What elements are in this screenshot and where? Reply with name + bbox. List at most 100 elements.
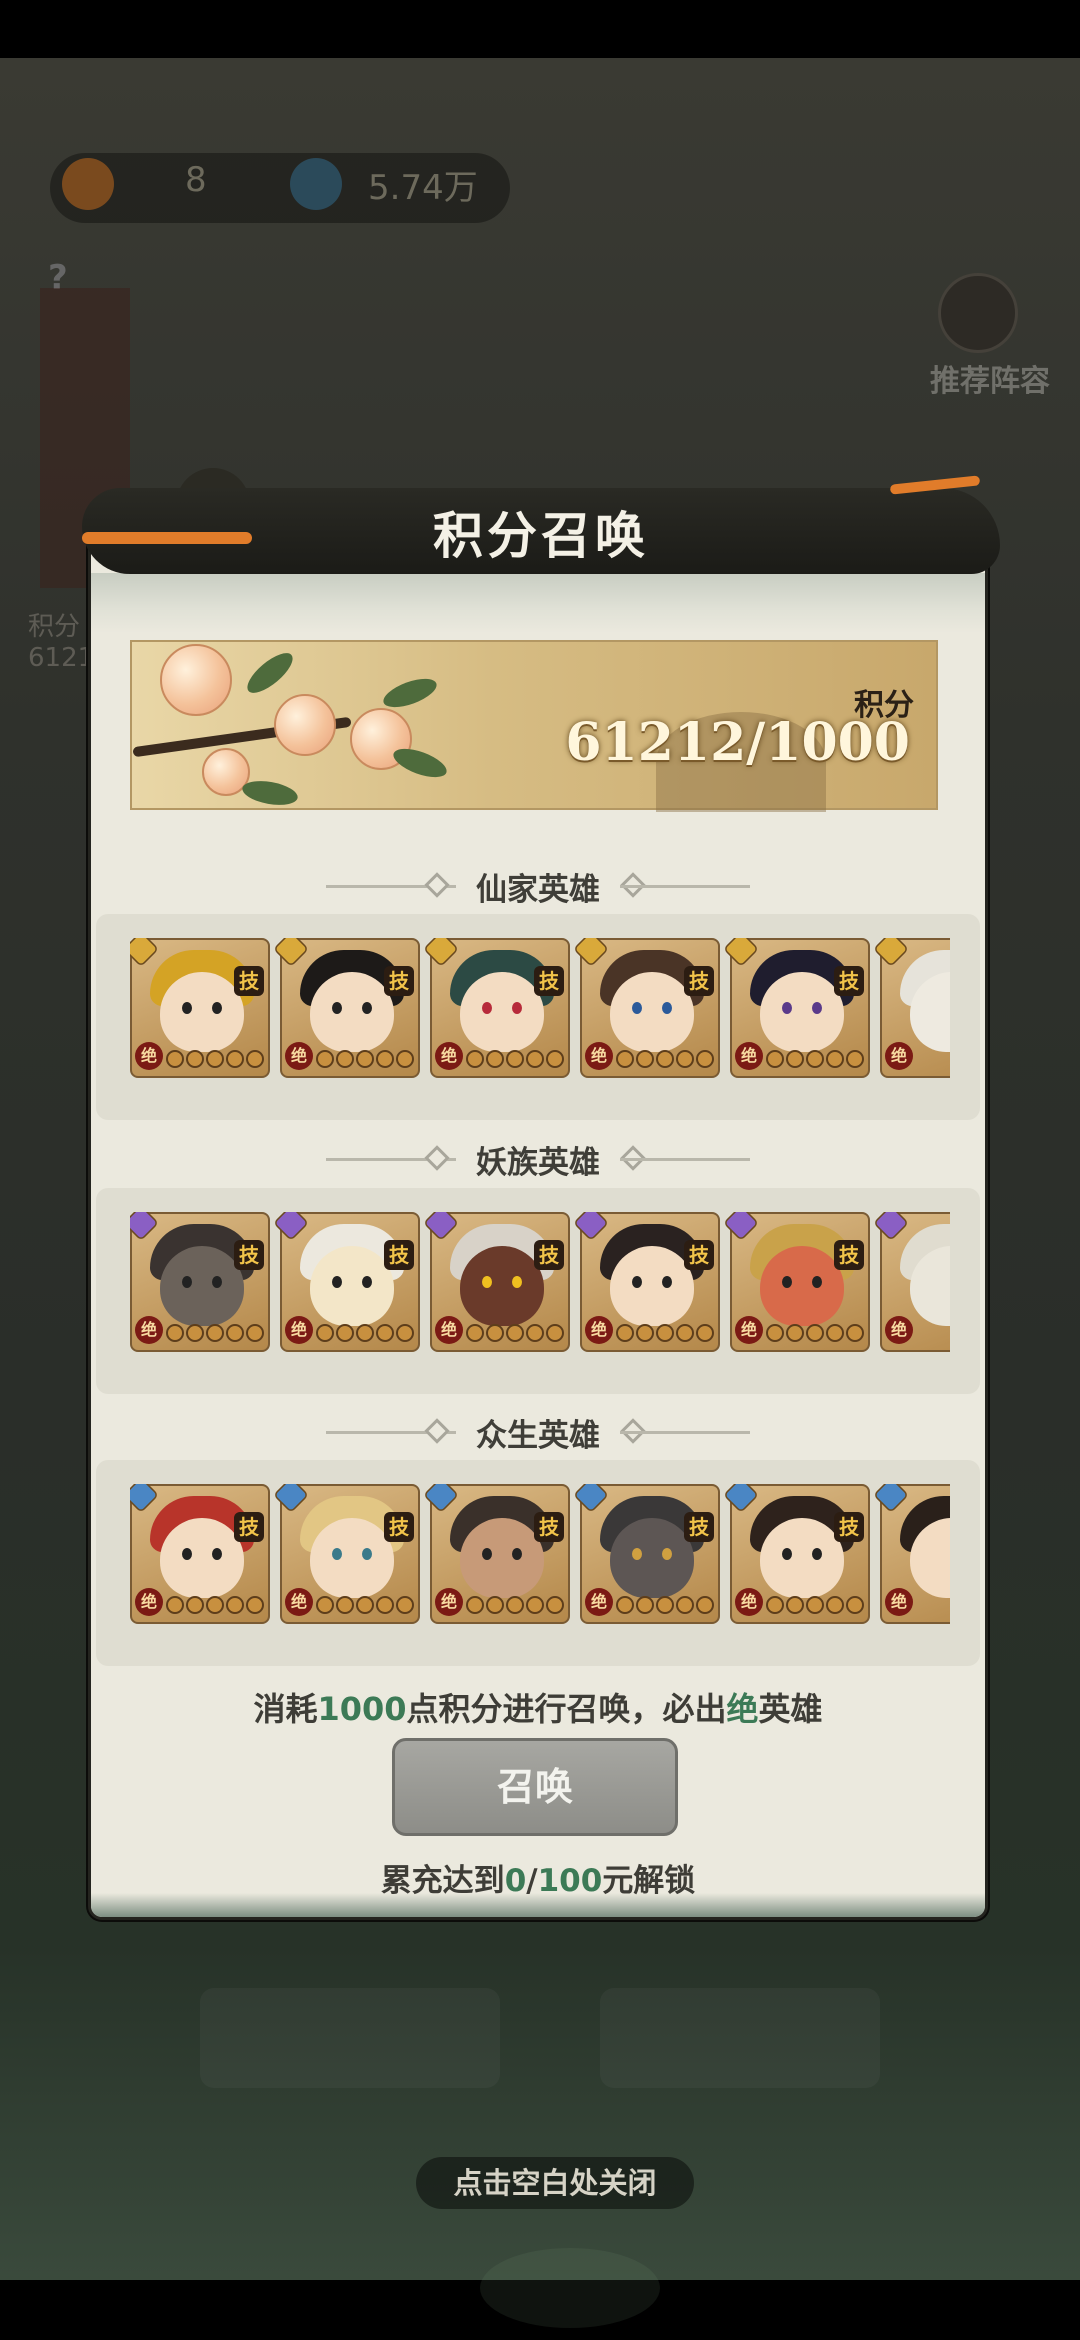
hero-card[interactable]: 绝 bbox=[872, 938, 950, 1078]
jue-badge: 绝 bbox=[735, 1316, 763, 1344]
skill-badge: 技 bbox=[534, 1512, 564, 1542]
hero-card[interactable]: 技绝 bbox=[130, 1484, 270, 1624]
skill-badge: 技 bbox=[684, 1240, 714, 1270]
hero-card[interactable]: 绝 bbox=[872, 1212, 950, 1352]
star-rating bbox=[766, 1324, 864, 1344]
jue-badge: 绝 bbox=[585, 1316, 613, 1344]
recommend-avatar-icon bbox=[938, 273, 1018, 353]
rarity-badge-icon bbox=[722, 1484, 760, 1514]
score-value: 61212/1000 bbox=[565, 712, 910, 773]
hero-card[interactable]: 技绝 bbox=[422, 1212, 570, 1352]
background-button-right bbox=[600, 1988, 880, 2088]
rarity-badge-icon bbox=[272, 938, 310, 968]
rarity-badge-icon bbox=[722, 938, 760, 968]
resource-2-value: 5.74万 bbox=[368, 168, 478, 208]
skill-badge: 技 bbox=[234, 1240, 264, 1270]
star-rating bbox=[466, 1596, 564, 1616]
hero-card[interactable]: 技绝 bbox=[722, 1212, 870, 1352]
hero-card[interactable]: 技绝 bbox=[272, 1212, 420, 1352]
jue-badge: 绝 bbox=[285, 1316, 313, 1344]
jue-badge: 绝 bbox=[885, 1588, 913, 1616]
summon-button[interactable]: 召唤 bbox=[392, 1738, 678, 1836]
rarity-badge-icon bbox=[422, 1484, 460, 1514]
rarity-badge-icon bbox=[572, 1212, 610, 1242]
hero-card[interactable]: 技绝 bbox=[722, 1484, 870, 1624]
rarity-badge-icon bbox=[422, 938, 460, 968]
rarity-badge-icon bbox=[872, 938, 910, 968]
star-rating bbox=[466, 1050, 564, 1070]
skill-badge: 技 bbox=[834, 1240, 864, 1270]
hero-card[interactable]: 技绝 bbox=[272, 938, 420, 1078]
jue-badge: 绝 bbox=[435, 1042, 463, 1070]
jue-badge: 绝 bbox=[135, 1588, 163, 1616]
star-rating bbox=[466, 1324, 564, 1344]
peach-icon bbox=[274, 694, 336, 756]
hero-card[interactable]: 技绝 bbox=[272, 1484, 420, 1624]
side-score-label: 积分 6121 bbox=[28, 612, 95, 673]
skill-badge: 技 bbox=[684, 1512, 714, 1542]
star-rating bbox=[166, 1596, 264, 1616]
star-rating bbox=[616, 1596, 714, 1616]
dialog-title: 积分召唤 bbox=[433, 506, 649, 565]
jue-badge: 绝 bbox=[885, 1316, 913, 1344]
jue-badge: 绝 bbox=[585, 1042, 613, 1070]
section-title-immortal: 仙家英雄 bbox=[476, 872, 600, 908]
rarity-badge-icon bbox=[130, 1212, 160, 1242]
star-rating bbox=[316, 1596, 414, 1616]
rarity-badge-icon bbox=[572, 938, 610, 968]
hero-track: 技绝 技绝 技绝 技绝 技绝 绝 bbox=[130, 1212, 950, 1372]
section-title-mortal: 众生英雄 bbox=[476, 1418, 600, 1454]
jue-badge: 绝 bbox=[285, 1042, 313, 1070]
hero-card[interactable]: 技绝 bbox=[130, 938, 270, 1078]
skill-badge: 技 bbox=[834, 966, 864, 996]
rarity-badge-icon bbox=[272, 1212, 310, 1242]
jue-badge: 绝 bbox=[735, 1042, 763, 1070]
star-rating bbox=[166, 1050, 264, 1070]
panel-top-decoration bbox=[91, 573, 985, 633]
peach-icon bbox=[160, 644, 232, 716]
hero-card[interactable]: 技绝 bbox=[422, 1484, 570, 1624]
summon-cost-message: 消耗1000点积分进行召唤，必出绝英雄 bbox=[253, 1690, 823, 1728]
hero-row-demon: 技绝 技绝 技绝 技绝 技绝 绝 bbox=[96, 1188, 980, 1394]
rarity-badge-icon bbox=[130, 938, 160, 968]
star-rating bbox=[316, 1324, 414, 1344]
hero-card[interactable]: 技绝 bbox=[130, 1212, 270, 1352]
skill-badge: 技 bbox=[234, 1512, 264, 1542]
jue-badge: 绝 bbox=[135, 1042, 163, 1070]
hero-row-immortal: 技绝 技绝 技绝 技绝 技绝 绝 bbox=[96, 914, 980, 1120]
hero-card[interactable]: 技绝 bbox=[572, 1484, 720, 1624]
section-divider bbox=[620, 1431, 750, 1434]
hero-card[interactable]: 绝 bbox=[872, 1484, 950, 1624]
unlock-requirement: 累充达到0/100元解锁 bbox=[380, 1863, 696, 1899]
star-rating bbox=[616, 1050, 714, 1070]
skill-badge: 技 bbox=[534, 966, 564, 996]
star-rating bbox=[616, 1324, 714, 1344]
hero-card[interactable]: 技绝 bbox=[422, 938, 570, 1078]
jue-badge: 绝 bbox=[135, 1316, 163, 1344]
skill-badge: 技 bbox=[384, 1240, 414, 1270]
star-rating bbox=[766, 1596, 864, 1616]
leaf-icon bbox=[389, 743, 451, 783]
rarity-badge-icon bbox=[872, 1484, 910, 1514]
leaf-icon bbox=[240, 777, 300, 809]
jue-badge: 绝 bbox=[285, 1588, 313, 1616]
close-hint[interactable]: 点击空白处关闭 bbox=[416, 2157, 694, 2209]
leaf-icon bbox=[379, 673, 441, 713]
skill-badge: 技 bbox=[684, 966, 714, 996]
dialog-header: 积分召唤 bbox=[82, 475, 1000, 580]
rarity-badge-icon bbox=[272, 1484, 310, 1514]
star-rating bbox=[166, 1324, 264, 1344]
hero-card[interactable]: 技绝 bbox=[572, 1212, 720, 1352]
rarity-badge-icon bbox=[572, 1484, 610, 1514]
hero-card[interactable]: 技绝 bbox=[572, 938, 720, 1078]
skill-badge: 技 bbox=[384, 966, 414, 996]
background-button-left bbox=[200, 1988, 500, 2088]
section-divider bbox=[620, 885, 750, 888]
hero-row-mortal: 技绝 技绝 技绝 技绝 技绝 绝 bbox=[96, 1460, 980, 1666]
rarity-badge-icon bbox=[422, 1212, 460, 1242]
cloud-decoration bbox=[480, 2248, 660, 2328]
star-rating bbox=[316, 1050, 414, 1070]
star-rating bbox=[766, 1050, 864, 1070]
hero-card[interactable]: 技绝 bbox=[722, 938, 870, 1078]
hero-track: 技绝 技绝 技绝 技绝 技绝 绝 bbox=[130, 1484, 950, 1644]
